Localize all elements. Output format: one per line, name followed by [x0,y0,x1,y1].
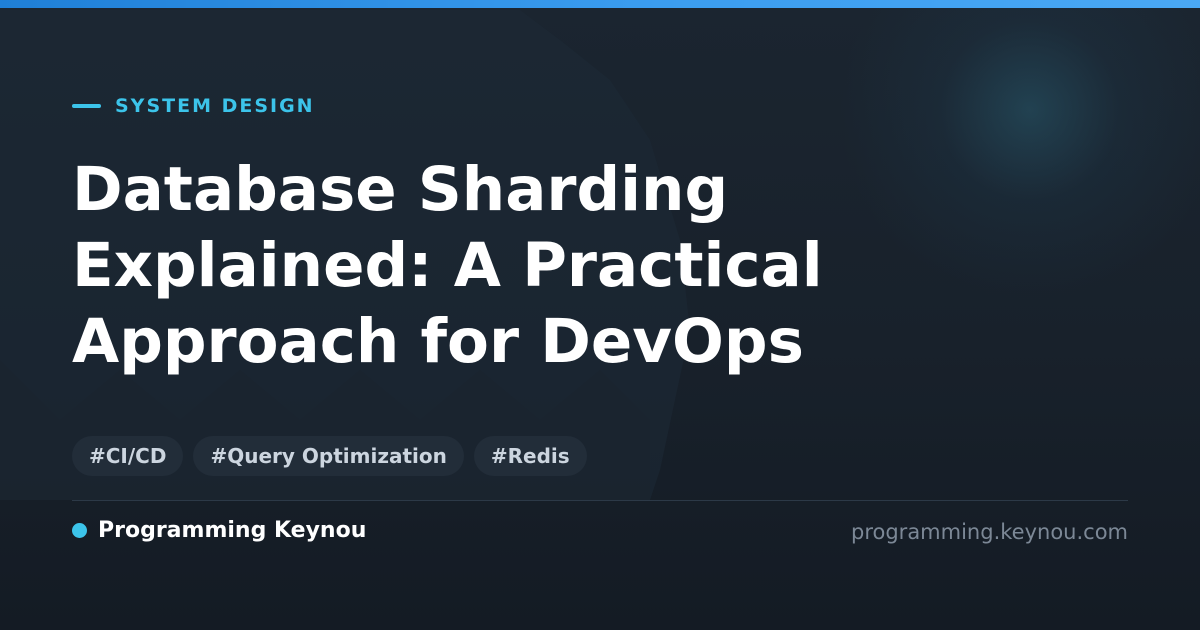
tag-query-optimization: #Query Optimization [193,436,464,476]
title-line-1: Database Sharding [72,154,729,225]
category-label: SYSTEM DESIGN [115,95,315,117]
tag-ci-cd: #CI/CD [72,436,184,476]
title-line-2: Explained: A Practical [72,230,823,301]
tag-list: #CI/CD #Query Optimization #Redis [72,436,587,476]
site-url: programming.keynou.com [851,520,1128,544]
category-row: SYSTEM DESIGN [72,95,315,117]
brand: Programming Keynou [72,518,366,543]
brand-dot-icon [72,523,87,538]
category-accent-line [72,104,101,108]
og-card: SYSTEM DESIGN Database Sharding Explaine… [72,0,1128,630]
title-line-3: Approach for DevOps [72,306,804,377]
tag-redis: #Redis [473,436,587,476]
footer-divider [72,500,1128,501]
brand-name: Programming Keynou [98,518,367,543]
article-title: Database Sharding Explained: A Practical… [72,152,1072,380]
